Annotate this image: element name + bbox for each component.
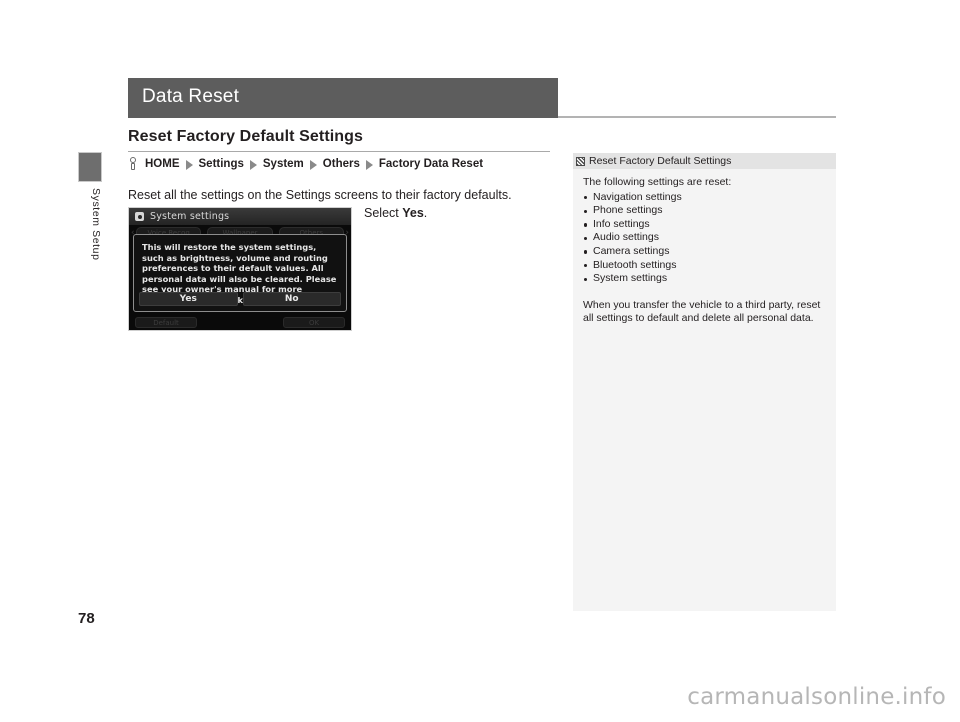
select-instruction: Select Yes. [364,206,427,220]
list-item: Audio settings [583,231,826,245]
side-note-panel: Reset Factory Default Settings The follo… [573,153,836,611]
intro-paragraph: Reset all the settings on the Settings s… [128,188,512,202]
page-number: 78 [78,610,95,627]
select-target: Yes [402,206,424,220]
section-heading: Reset Factory Default Settings [128,128,364,145]
gear-icon [135,212,144,221]
device-titlebar: System settings [129,208,351,225]
sidebar-chapter-label: System Setup [90,188,102,261]
breadcrumb-item-settings[interactable]: Settings [198,158,245,170]
breadcrumb-item-system[interactable]: System [262,158,305,170]
side-note-body: The following settings are reset: Naviga… [573,169,836,326]
side-note-title: Reset Factory Default Settings [589,155,732,167]
header-divider [558,116,836,118]
breadcrumb-divider [128,151,550,152]
breadcrumb-arrow-icon [185,160,193,170]
side-note-paragraph: When you transfer the vehicle to a third… [583,298,821,325]
sidebar-chapter-tab [78,152,102,182]
dialog-yes-button[interactable]: Yes [139,292,238,306]
breadcrumb-item-others[interactable]: Others [322,158,361,170]
page-title: Data Reset [142,86,240,107]
breadcrumb: HOME Settings System Others Factory Data… [128,156,484,172]
hatched-square-icon [576,156,585,166]
list-item: Camera settings [583,245,826,259]
watermark: carmanualsonline.info [687,684,946,710]
select-prefix: Select [364,206,403,220]
breadcrumb-item-home[interactable]: HOME [144,158,181,170]
list-item: Navigation settings [583,191,826,205]
device-ok-button[interactable]: OK [283,317,345,328]
list-item: Info settings [583,218,826,232]
breadcrumb-item-factory-data-reset[interactable]: Factory Data Reset [378,158,484,170]
page-header-bar: Data Reset [128,78,558,118]
device-bottom-bar: Default OK [129,315,351,330]
dialog-no-button[interactable]: No [242,292,341,306]
device-confirm-dialog: This will restore the system settings, s… [133,234,347,312]
list-item: Phone settings [583,204,826,218]
side-note-header: Reset Factory Default Settings [573,153,836,169]
dialog-button-row: Yes No [139,292,341,306]
breadcrumb-arrow-icon [365,160,373,170]
breadcrumb-arrow-icon [309,160,317,170]
breadcrumb-arrow-icon [249,160,257,170]
nav-home-icon [128,156,140,172]
device-screenshot: System settings ‹ › Voice Recog Wallpape… [128,207,352,331]
side-note-lead: The following settings are reset: [583,176,732,188]
select-suffix: . [423,206,428,220]
device-default-button[interactable]: Default [135,317,197,328]
device-title: System settings [150,211,230,222]
list-item: System settings [583,272,826,286]
list-item: Bluetooth settings [583,259,826,273]
side-note-list: Navigation settings Phone settings Info … [583,191,826,286]
